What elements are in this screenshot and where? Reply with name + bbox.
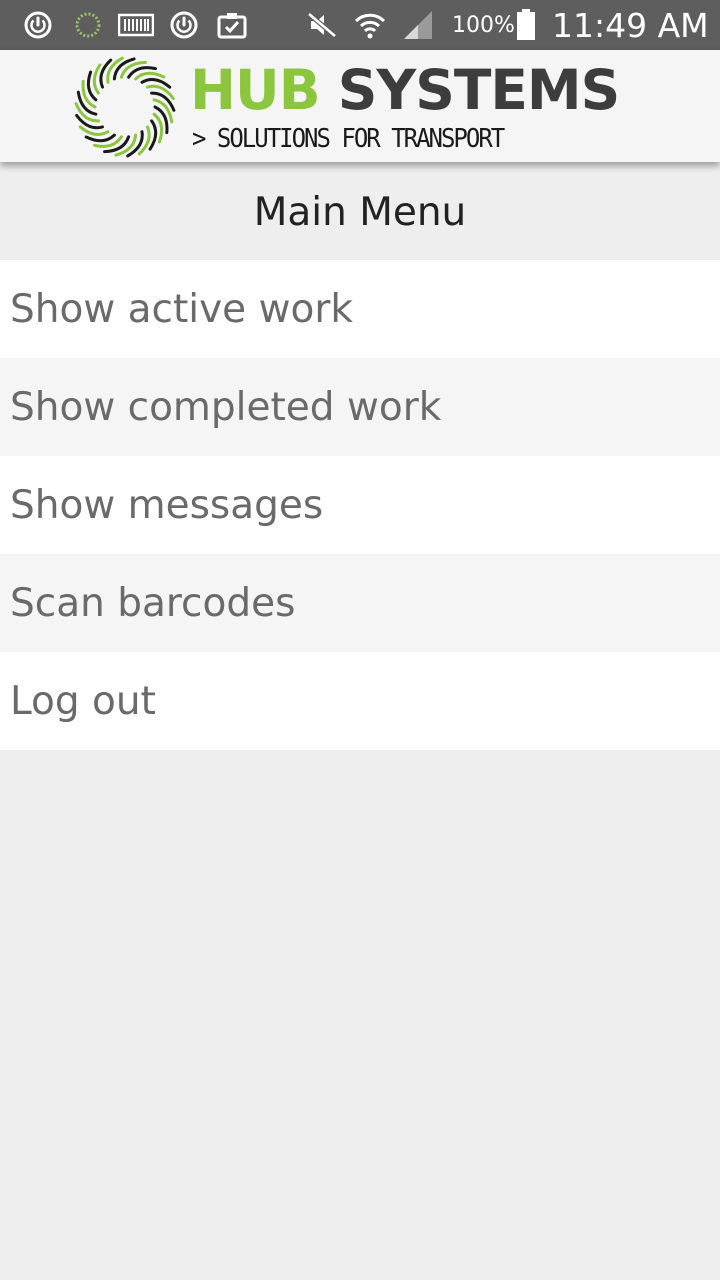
page-title: Main Menu bbox=[253, 190, 467, 235]
menu-item-show-completed-work[interactable]: Show completed work bbox=[0, 358, 720, 456]
hub-systems-logo-icon bbox=[74, 56, 176, 158]
battery-icon bbox=[514, 9, 538, 41]
menu-item-show-active-work[interactable]: Show active work bbox=[0, 260, 720, 358]
brand-name-systems: SYSTEMS bbox=[337, 58, 620, 122]
menu-item-label: Show completed work bbox=[10, 385, 442, 430]
brand-name-hub: HUB bbox=[190, 58, 321, 122]
menu-item-label: Log out bbox=[10, 679, 156, 724]
clock: 11:49 AM bbox=[552, 6, 709, 45]
power-circle-icon bbox=[22, 9, 54, 41]
menu-item-label: Scan barcodes bbox=[10, 581, 296, 626]
brand-title: HUB SYSTEMS bbox=[190, 58, 620, 122]
menu-title-bar: Main Menu bbox=[0, 162, 720, 260]
clipboard-check-icon bbox=[216, 9, 248, 41]
battery-percentage: 100% bbox=[452, 13, 515, 38]
menu-item-log-out[interactable]: Log out bbox=[0, 652, 720, 750]
mute-icon bbox=[306, 9, 338, 41]
wifi-icon bbox=[354, 9, 386, 41]
brand-tagline: > SOLUTIONS FOR TRANSPORT bbox=[192, 123, 505, 154]
menu-item-show-messages[interactable]: Show messages bbox=[0, 456, 720, 554]
menu-item-label: Show active work bbox=[10, 287, 353, 332]
status-bar: 100% 11:49 AM bbox=[0, 0, 720, 50]
main-menu-list: Show active work Show completed work Sho… bbox=[0, 260, 720, 750]
barcode-icon bbox=[118, 9, 154, 41]
power-circle-icon bbox=[168, 9, 200, 41]
loading-ring-icon bbox=[72, 9, 104, 41]
signal-icon bbox=[402, 9, 434, 41]
brand-header: HUB SYSTEMS > SOLUTIONS FOR TRANSPORT bbox=[0, 50, 720, 162]
menu-item-scan-barcodes[interactable]: Scan barcodes bbox=[0, 554, 720, 652]
menu-item-label: Show messages bbox=[10, 483, 324, 528]
